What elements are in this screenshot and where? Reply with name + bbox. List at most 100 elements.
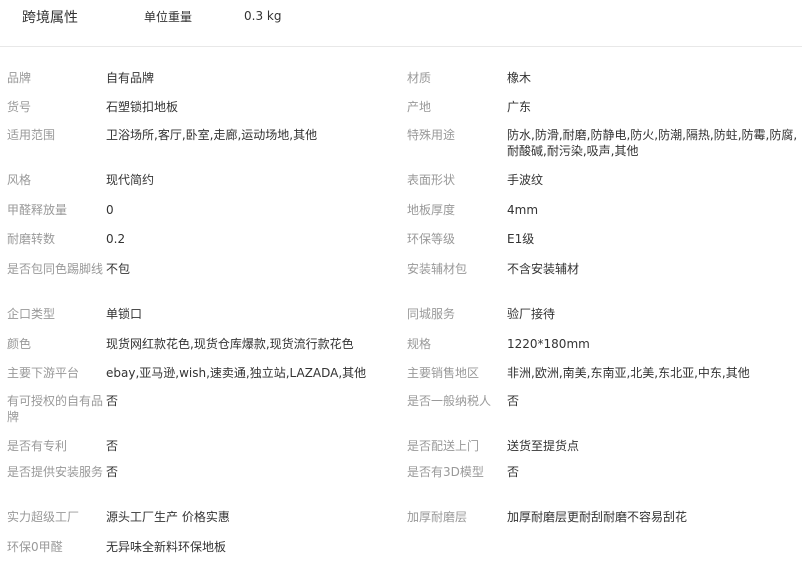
attribute-value: 验厂接待 [507,307,556,321]
attribute-row: 品牌 自有品牌 材质 橡木 [0,70,802,99]
attribute-value: 自有品牌 [106,71,155,85]
attribute-row: 甲醛释放量 0 地板厚度 4mm [0,202,802,231]
attribute-value: 1220*180mm [507,337,590,351]
attribute-row: 货号 石塑锁扣地板 产地 广东 [0,99,802,127]
attribute-cell: 适用范围 卫浴场所,客厅,卧室,走廊,运动场地,其他 [0,127,401,172]
attribute-label: 耐磨转数 [7,232,56,246]
attribute-row: 实力超级工厂 源头工厂生产 价格实惠 加厚耐磨层 加厚耐磨层更耐刮耐磨不容易刮花 [0,509,802,539]
attribute-cell: 加厚耐磨层 加厚耐磨层更耐刮耐磨不容易刮花 [401,509,802,539]
attribute-row: 适用范围 卫浴场所,客厅,卧室,走廊,运动场地,其他 特殊用途 防水,防滑,耐磨,防静… [0,127,802,172]
attribute-label: 特殊用途 [407,128,456,142]
attribute-value: 否 [507,465,520,479]
attribute-cell: 货号 石塑锁扣地板 [0,99,401,127]
attribute-cell: 甲醛释放量 0 [0,202,401,231]
attribute-row: 是否提供安装服务否是否有3D模型 否 [0,464,802,509]
attribute-cell: 企口类型 单锁口 [0,306,401,336]
attribute-value: E1级 [507,232,535,246]
unit-weight-label: 单位重量 [144,10,193,24]
attribute-cell: 特殊用途 防水,防滑,耐磨,防静电,防火,防潮,隔热,防蛀,防霉,防腐,耐酸碱,耐… [401,127,802,172]
attribute-cell: 是否提供安装服务否 [0,464,401,509]
attribute-label: 材质 [407,71,432,85]
attribute-value: 4mm [507,203,539,217]
attribute-value: 不包 [106,262,131,276]
attribute-label: 主要销售地区 [407,366,480,380]
attribute-label: 地板厚度 [407,203,456,217]
attribute-cell: 环保0甲醛 无异味全新料环保地板 [0,539,401,565]
attribute-cell: 主要下游平台 ebay,亚马逊,wish,速卖通,独立站,LAZADA,其他 [0,365,401,393]
attribute-cell: 安装辅材包 不含安装辅材 [401,261,802,306]
attribute-row: 环保0甲醛 无异味全新料环保地板 [0,539,802,565]
attribute-value: 防水,防滑,耐磨,防静电,防火,防潮,隔热,防蛀,防霉,防腐,耐酸碱,耐污染,吸… [507,128,798,158]
attribute-value: 送货至提货点 [507,439,580,453]
attribute-label: 是否有3D模型 [407,465,484,479]
attribute-value: 现货网红款花色,现货仓库爆款,现货流行款花色 [106,337,354,351]
attribute-value: 现代简约 [106,173,155,187]
attribute-label: 是否包同色踢脚线 [7,262,104,276]
attribute-value: 石塑锁扣地板 [106,100,179,114]
attribute-cell: 主要销售地区 非洲,欧洲,南美,东南亚,北美,东北亚,中东,其他 [401,365,802,393]
attribute-value: 单锁口 [106,307,143,321]
attribute-cell: 是否包同色踢脚线 不包 [0,261,401,306]
attribute-cell: 环保等级 E1级 [401,231,802,261]
attribute-label [401,539,507,565]
attribute-label: 加厚耐磨层 [407,510,468,524]
unit-weight-value: 0.3 kg [244,9,282,23]
attribute-cell: 地板厚度 4mm [401,202,802,231]
attribute-value: 广东 [507,100,532,114]
attribute-value: 不含安装辅材 [507,262,580,276]
attribute-label: 货号 [7,100,32,114]
attribute-value: 0.2 [106,232,126,246]
attribute-cell [401,539,802,565]
attribute-label: 规格 [407,337,432,351]
attribute-label: 有可授权的自有品牌 [7,394,104,424]
attribute-value: 0 [106,203,114,217]
attribute-row: 颜色 现货网红款花色,现货仓库爆款,现货流行款花色 规格 1220*180mm [0,336,802,365]
attribute-label: 品牌 [7,71,32,85]
attribute-label: 是否配送上门 [407,439,480,453]
attribute-cell: 品牌 自有品牌 [0,70,401,99]
attribute-cell: 同城服务 验厂接待 [401,306,802,336]
attribute-cell: 是否配送上门 送货至提货点 [401,438,802,464]
attribute-cell: 耐磨转数 0.2 [0,231,401,261]
attribute-label: 适用范围 [7,128,56,142]
attribute-label: 颜色 [7,337,32,351]
attribute-cell: 规格 1220*180mm [401,336,802,365]
attribute-row: 主要下游平台 ebay,亚马逊,wish,速卖通,独立站,LAZADA,其他 主要销… [0,365,802,393]
cross-border-title: 跨境属性 [22,10,78,26]
attribute-label: 环保0甲醛 [7,540,63,554]
attribute-label: 风格 [7,173,32,187]
attribute-label: 安装辅材包 [407,262,468,276]
attribute-value: 无异味全新料环保地板 [106,540,227,554]
attribute-label: 是否一般纳税人 [407,394,492,408]
attribute-cell: 是否一般纳税人 否 [401,393,802,438]
attribute-cell: 实力超级工厂 源头工厂生产 价格实惠 [0,509,401,539]
attribute-cell: 颜色 现货网红款花色,现货仓库爆款,现货流行款花色 [0,336,401,365]
attribute-cell: 产地 广东 [401,99,802,127]
attribute-cell: 有可授权的自有品牌否 [0,393,401,438]
attribute-label: 产地 [407,100,432,114]
attribute-label: 企口类型 [7,307,56,321]
attribute-label: 实力超级工厂 [7,510,80,524]
attribute-row: 风格 现代简约 表面形状 手波纹 [0,172,802,202]
attribute-cell: 风格 现代简约 [0,172,401,202]
attribute-value: 卫浴场所,客厅,卧室,走廊,运动场地,其他 [106,128,318,142]
attributes-table: 品牌 自有品牌 材质 橡木货号 石塑锁扣地板 产地 广东适用范围 卫浴场所,客厅,卧室,走廊,… [0,47,802,565]
attribute-value: 否 [106,465,119,479]
attribute-row: 是否有专利 否 是否配送上门 送货至提货点 [0,438,802,464]
attribute-row: 耐磨转数 0.2 环保等级 E1级 [0,231,802,261]
attribute-row: 企口类型 单锁口 同城服务 验厂接待 [0,306,802,336]
attribute-cell: 是否有专利 否 [0,438,401,464]
attribute-cell: 表面形状 手波纹 [401,172,802,202]
attribute-cell: 是否有3D模型 否 [401,464,802,509]
attribute-value: 手波纹 [507,173,544,187]
attribute-value: 橡木 [507,71,532,85]
attribute-value: 非洲,欧洲,南美,东南亚,北美,东北亚,中东,其他 [507,366,750,380]
attribute-label: 环保等级 [407,232,456,246]
cross-border-section: 跨境属性 单位重量 0.3 kg [0,0,802,47]
attribute-label: 同城服务 [407,307,456,321]
attribute-value: 否 [507,394,520,408]
attribute-cell: 材质 橡木 [401,70,802,99]
attribute-value [507,539,799,565]
attribute-label: 甲醛释放量 [7,203,68,217]
attribute-value: 加厚耐磨层更耐刮耐磨不容易刮花 [507,510,688,524]
